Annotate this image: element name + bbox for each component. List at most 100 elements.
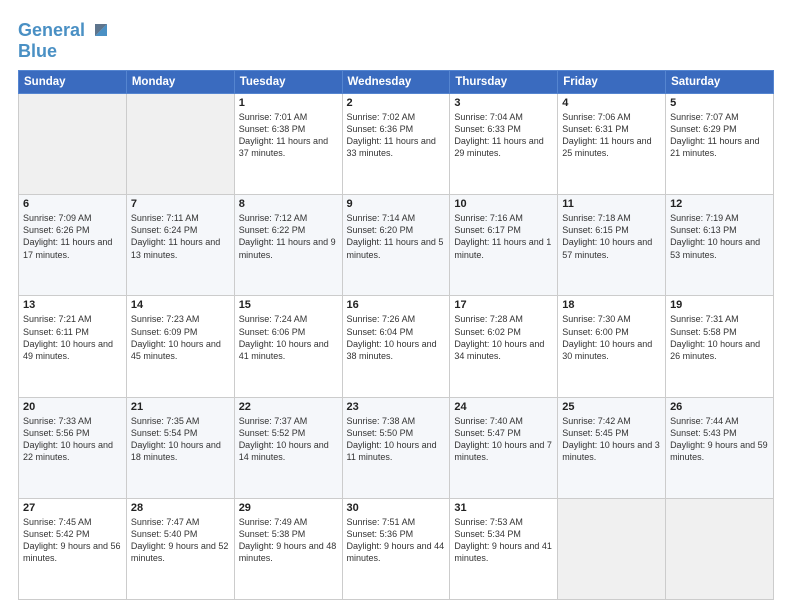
cell-content: Sunrise: 7:02 AMSunset: 6:36 PMDaylight:… <box>347 111 446 160</box>
cell-content: Sunrise: 7:51 AMSunset: 5:36 PMDaylight:… <box>347 516 446 565</box>
day-number: 29 <box>239 502 338 514</box>
calendar-cell: 16 Sunrise: 7:26 AMSunset: 6:04 PMDayligh… <box>342 296 450 397</box>
calendar-cell <box>126 94 234 195</box>
calendar-cell: 8 Sunrise: 7:12 AMSunset: 6:22 PMDaylight… <box>234 195 342 296</box>
calendar-cell <box>558 498 666 599</box>
calendar-cell: 3 Sunrise: 7:04 AMSunset: 6:33 PMDaylight… <box>450 94 558 195</box>
cell-content: Sunrise: 7:07 AMSunset: 6:29 PMDaylight:… <box>670 111 769 160</box>
calendar-cell: 10Sunrise: 7:16 AMSunset: 6:17 PMDayligh… <box>450 195 558 296</box>
day-number: 24 <box>454 401 553 413</box>
calendar-cell: 31Sunrise: 7:53 AMSunset: 5:34 PMDayligh… <box>450 498 558 599</box>
calendar-table: SundayMondayTuesdayWednesdayThursdayFrid… <box>18 70 774 600</box>
calendar-cell: 30 Sunrise: 7:51 AMSunset: 5:36 PMDayligh… <box>342 498 450 599</box>
calendar-cell: 9 Sunrise: 7:14 AMSunset: 6:20 PMDaylight… <box>342 195 450 296</box>
cell-content: Sunrise: 7:04 AMSunset: 6:33 PMDaylight:… <box>454 111 553 160</box>
calendar-week-4: 20 Sunrise: 7:33 AMSunset: 5:56 PMDayligh… <box>19 397 774 498</box>
calendar-cell: 4 Sunrise: 7:06 AMSunset: 6:31 PMDaylight… <box>558 94 666 195</box>
cell-content: Sunrise: 7:28 AMSunset: 6:02 PMDaylight:… <box>454 313 553 362</box>
day-number: 1 <box>239 97 338 109</box>
cell-content: Sunrise: 7:01 AMSunset: 6:38 PMDaylight:… <box>239 111 338 160</box>
calendar-cell: 18 Sunrise: 7:30 AMSunset: 6:00 PMDayligh… <box>558 296 666 397</box>
calendar-cell: 26 Sunrise: 7:44 AMSunset: 5:43 PMDayligh… <box>666 397 774 498</box>
day-number: 25 <box>562 401 661 413</box>
day-number: 20 <box>23 401 122 413</box>
calendar-cell: 13Sunrise: 7:21 AMSunset: 6:11 PMDayligh… <box>19 296 127 397</box>
day-number: 26 <box>670 401 769 413</box>
calendar-cell <box>666 498 774 599</box>
cell-content: Sunrise: 7:06 AMSunset: 6:31 PMDaylight:… <box>562 111 661 160</box>
calendar-cell: 2 Sunrise: 7:02 AMSunset: 6:36 PMDaylight… <box>342 94 450 195</box>
day-number: 22 <box>239 401 338 413</box>
day-number: 23 <box>347 401 446 413</box>
calendar-header-saturday: Saturday <box>666 71 774 94</box>
day-number: 9 <box>347 198 446 210</box>
cell-content: Sunrise: 7:44 AMSunset: 5:43 PMDaylight:… <box>670 415 769 464</box>
day-number: 15 <box>239 299 338 311</box>
calendar-cell: 21Sunrise: 7:35 AMSunset: 5:54 PMDayligh… <box>126 397 234 498</box>
cell-content: Sunrise: 7:42 AMSunset: 5:45 PMDaylight:… <box>562 415 661 464</box>
cell-content: Sunrise: 7:33 AMSunset: 5:56 PMDaylight:… <box>23 415 122 464</box>
calendar-week-2: 6Sunrise: 7:09 AMSunset: 6:26 PMDaylight… <box>19 195 774 296</box>
day-number: 28 <box>131 502 230 514</box>
calendar-header-tuesday: Tuesday <box>234 71 342 94</box>
calendar-cell: 22Sunrise: 7:37 AMSunset: 5:52 PMDayligh… <box>234 397 342 498</box>
day-number: 31 <box>454 502 553 514</box>
cell-content: Sunrise: 7:21 AMSunset: 6:11 PMDaylight:… <box>23 313 122 362</box>
cell-content: Sunrise: 7:14 AMSunset: 6:20 PMDaylight:… <box>347 212 446 261</box>
day-number: 3 <box>454 97 553 109</box>
logo-text: General <box>18 21 85 39</box>
cell-content: Sunrise: 7:23 AMSunset: 6:09 PMDaylight:… <box>131 313 230 362</box>
cell-content: Sunrise: 7:24 AMSunset: 6:06 PMDaylight:… <box>239 313 338 362</box>
calendar-cell: 23 Sunrise: 7:38 AMSunset: 5:50 PMDayligh… <box>342 397 450 498</box>
calendar-header-thursday: Thursday <box>450 71 558 94</box>
cell-content: Sunrise: 7:31 AMSunset: 5:58 PMDaylight:… <box>670 313 769 362</box>
calendar-cell: 7 Sunrise: 7:11 AMSunset: 6:24 PMDaylight… <box>126 195 234 296</box>
calendar-cell: 15 Sunrise: 7:24 AMSunset: 6:06 PMDayligh… <box>234 296 342 397</box>
calendar-cell: 20 Sunrise: 7:33 AMSunset: 5:56 PMDayligh… <box>19 397 127 498</box>
cell-content: Sunrise: 7:16 AMSunset: 6:17 PMDaylight:… <box>454 212 553 261</box>
cell-content: Sunrise: 7:40 AMSunset: 5:47 PMDaylight:… <box>454 415 553 464</box>
calendar-cell: 17Sunrise: 7:28 AMSunset: 6:02 PMDayligh… <box>450 296 558 397</box>
day-number: 14 <box>131 299 230 311</box>
calendar-cell: 5 Sunrise: 7:07 AMSunset: 6:29 PMDaylight… <box>666 94 774 195</box>
logo-blue: Blue <box>18 42 57 60</box>
calendar-cell: 6Sunrise: 7:09 AMSunset: 6:26 PMDaylight… <box>19 195 127 296</box>
cell-content: Sunrise: 7:11 AMSunset: 6:24 PMDaylight:… <box>131 212 230 261</box>
page: General Blue SundayMondayTuesdayWednesda… <box>0 0 792 612</box>
day-number: 7 <box>131 198 230 210</box>
cell-content: Sunrise: 7:38 AMSunset: 5:50 PMDaylight:… <box>347 415 446 464</box>
calendar-header-wednesday: Wednesday <box>342 71 450 94</box>
cell-content: Sunrise: 7:26 AMSunset: 6:04 PMDaylight:… <box>347 313 446 362</box>
logo-icon <box>87 18 113 44</box>
calendar-header-monday: Monday <box>126 71 234 94</box>
calendar-cell: 19 Sunrise: 7:31 AMSunset: 5:58 PMDayligh… <box>666 296 774 397</box>
day-number: 16 <box>347 299 446 311</box>
day-number: 6 <box>23 198 122 210</box>
day-number: 30 <box>347 502 446 514</box>
day-number: 11 <box>562 198 661 210</box>
logo: General Blue <box>18 18 113 60</box>
cell-content: Sunrise: 7:30 AMSunset: 6:00 PMDaylight:… <box>562 313 661 362</box>
day-number: 18 <box>562 299 661 311</box>
calendar-cell: 29 Sunrise: 7:49 AMSunset: 5:38 PMDayligh… <box>234 498 342 599</box>
calendar-cell: 27Sunrise: 7:45 AMSunset: 5:42 PMDayligh… <box>19 498 127 599</box>
calendar-header-sunday: Sunday <box>19 71 127 94</box>
day-number: 2 <box>347 97 446 109</box>
calendar-week-1: 1 Sunrise: 7:01 AMSunset: 6:38 PMDaylight… <box>19 94 774 195</box>
day-number: 8 <box>239 198 338 210</box>
calendar-week-3: 13Sunrise: 7:21 AMSunset: 6:11 PMDayligh… <box>19 296 774 397</box>
calendar-cell: 14 Sunrise: 7:23 AMSunset: 6:09 PMDayligh… <box>126 296 234 397</box>
cell-content: Sunrise: 7:12 AMSunset: 6:22 PMDaylight:… <box>239 212 338 261</box>
calendar-cell <box>19 94 127 195</box>
day-number: 4 <box>562 97 661 109</box>
cell-content: Sunrise: 7:49 AMSunset: 5:38 PMDaylight:… <box>239 516 338 565</box>
calendar-header-friday: Friday <box>558 71 666 94</box>
calendar-cell: 28 Sunrise: 7:47 AMSunset: 5:40 PMDayligh… <box>126 498 234 599</box>
day-number: 19 <box>670 299 769 311</box>
day-number: 12 <box>670 198 769 210</box>
day-number: 5 <box>670 97 769 109</box>
cell-content: Sunrise: 7:35 AMSunset: 5:54 PMDaylight:… <box>131 415 230 464</box>
cell-content: Sunrise: 7:47 AMSunset: 5:40 PMDaylight:… <box>131 516 230 565</box>
cell-content: Sunrise: 7:45 AMSunset: 5:42 PMDaylight:… <box>23 516 122 565</box>
calendar-cell: 1 Sunrise: 7:01 AMSunset: 6:38 PMDaylight… <box>234 94 342 195</box>
